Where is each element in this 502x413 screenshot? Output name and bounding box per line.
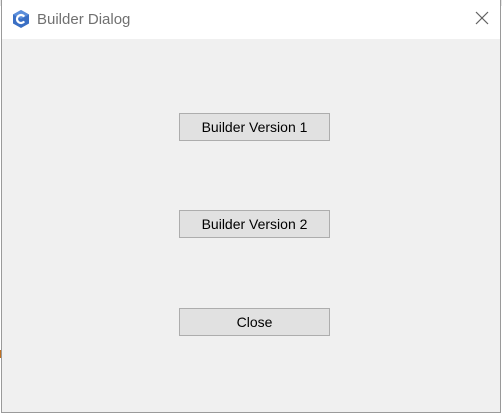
close-button[interactable]: Close [179,308,330,336]
builder-dialog-window: Builder Dialog Builder Version 1 Builder… [1,0,501,413]
close-icon[interactable] [474,10,490,26]
csharp-hex-icon [11,9,31,29]
builder-version-2-button[interactable]: Builder Version 2 [179,210,330,238]
window-title: Builder Dialog [37,11,131,28]
builder-version-1-button[interactable]: Builder Version 1 [179,113,330,141]
title-bar[interactable]: Builder Dialog [2,0,500,39]
